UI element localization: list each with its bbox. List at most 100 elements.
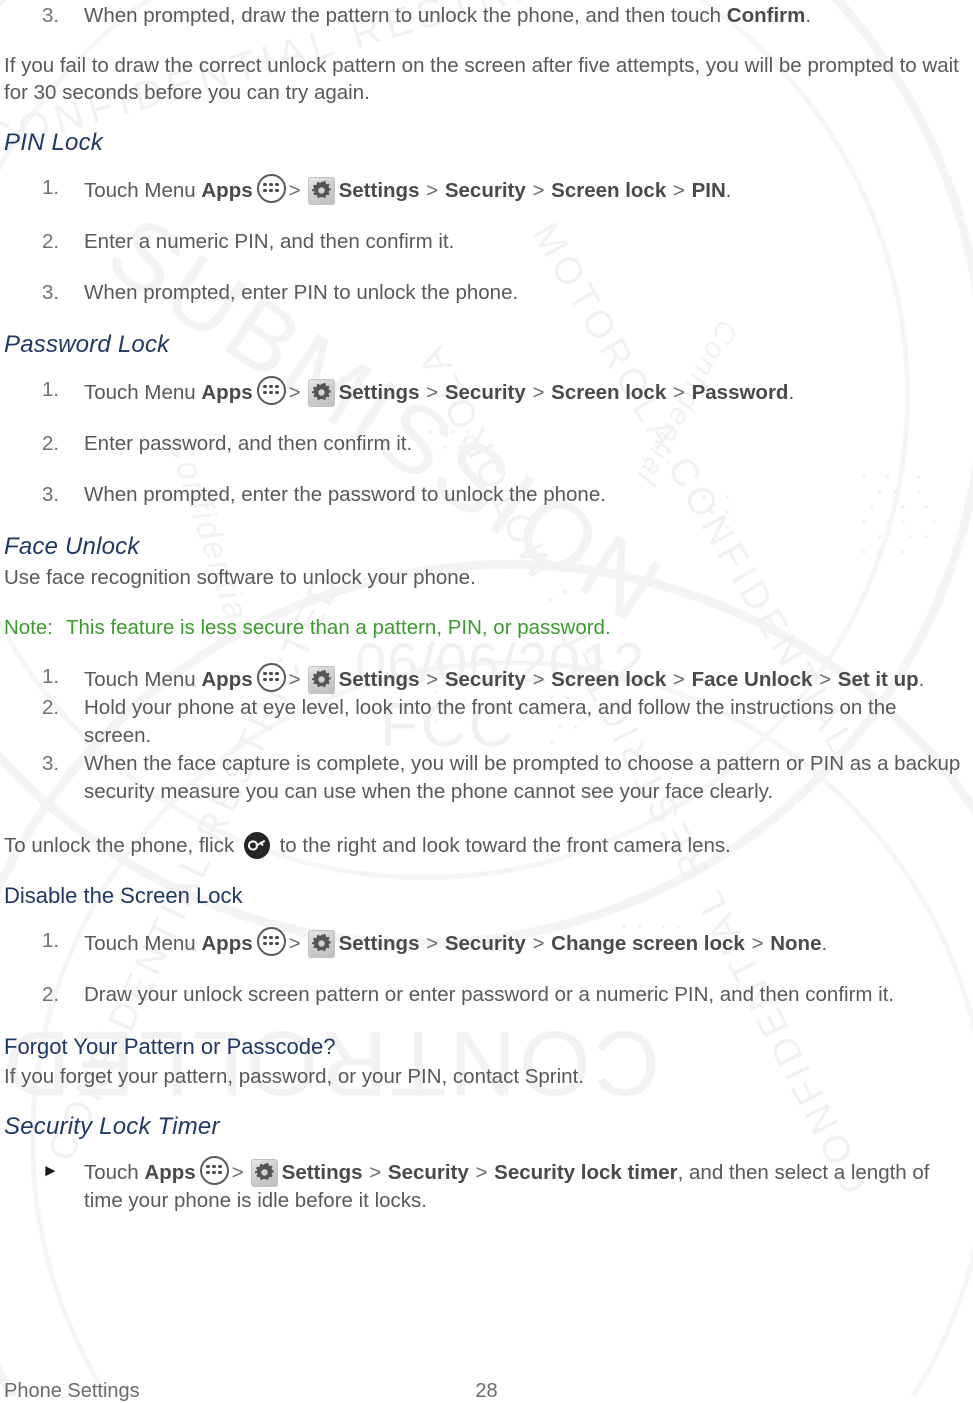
step-number: 1. xyxy=(42,378,60,401)
heading-forgot-pattern: Forgot Your Pattern or Passcode? xyxy=(4,1034,336,1059)
footer-page-number: 28 xyxy=(475,1380,498,1402)
breadcrumb-separator: > xyxy=(526,932,551,955)
apps-label[interactable]: Apps xyxy=(144,1161,195,1184)
apps-grid-icon[interactable] xyxy=(256,663,286,692)
breadcrumb-item-security-lock-timer[interactable]: Security lock timer xyxy=(494,1161,677,1184)
breadcrumb-item-screen-lock[interactable]: Screen lock xyxy=(551,668,666,691)
step-number: 2. xyxy=(42,696,60,719)
breadcrumb-separator: > xyxy=(420,179,444,202)
face-unlock-intro: Use face recognition software to unlock … xyxy=(4,566,476,589)
breadcrumb-separator: > xyxy=(288,381,301,404)
breadcrumb-separator: > xyxy=(667,179,691,202)
step-text-lead: Touch Menu xyxy=(84,381,202,404)
breadcrumb-separator: > xyxy=(526,381,551,404)
breadcrumb-item-security[interactable]: Security xyxy=(445,381,526,404)
breadcrumb-separator: > xyxy=(526,179,551,202)
key-unlock-icon[interactable] xyxy=(243,832,270,859)
settings-label[interactable]: Settings xyxy=(339,668,420,691)
breadcrumb-separator: > xyxy=(745,932,770,955)
apps-grid-icon[interactable] xyxy=(256,174,286,203)
step-number: 2. xyxy=(42,230,60,253)
step-text: Draw your unlock screen pattern or enter… xyxy=(84,983,895,1006)
breadcrumb-separator: > xyxy=(420,668,444,691)
step-text-lead: Touch xyxy=(84,1161,145,1184)
heading-face-unlock: Face Unlock xyxy=(4,533,140,560)
breadcrumb-item-set-it-up[interactable]: Set it up xyxy=(838,668,919,691)
breadcrumb-separator: > xyxy=(813,668,837,691)
step-number: 2. xyxy=(42,983,60,1006)
step-text-bold: Confirm xyxy=(726,4,806,27)
step-number: 1. xyxy=(42,665,60,688)
breadcrumb-item-password[interactable]: Password xyxy=(692,381,789,404)
step-text-tail: . xyxy=(805,4,812,27)
triangle-bullet-icon: ► xyxy=(42,1161,59,1180)
breadcrumb-item-security[interactable]: Security xyxy=(445,179,526,202)
step-text: Enter password, and then confirm it. xyxy=(84,432,413,455)
apps-grid-icon[interactable] xyxy=(199,1156,229,1185)
step-text-tail: . xyxy=(821,932,828,955)
breadcrumb-item-security[interactable]: Security xyxy=(445,932,526,955)
breadcrumb-separator: > xyxy=(469,1161,494,1184)
breadcrumb-separator: > xyxy=(526,668,551,691)
breadcrumb-item-face-unlock[interactable]: Face Unlock xyxy=(692,668,813,691)
breadcrumb-item-security[interactable]: Security xyxy=(388,1161,469,1184)
step-number: 2. xyxy=(42,432,60,455)
apps-label[interactable]: Apps xyxy=(201,381,252,404)
list-item: 1. Touch Menu Apps > Settings > Security >… xyxy=(4,927,969,958)
apps-label[interactable]: Apps xyxy=(201,932,252,955)
settings-label[interactable]: Settings xyxy=(282,1161,363,1184)
step-text-tail: . xyxy=(725,179,732,202)
step-text: When prompted, enter the password to unl… xyxy=(84,483,606,506)
breadcrumb-separator: > xyxy=(231,1161,244,1184)
gear-icon[interactable] xyxy=(307,177,335,205)
breadcrumb-separator: > xyxy=(667,381,691,404)
breadcrumb-item-none[interactable]: None xyxy=(770,932,821,955)
breadcrumb-separator: > xyxy=(288,668,301,691)
step-number: 1. xyxy=(42,929,60,952)
breadcrumb-item-change-screen-lock[interactable]: Change screen lock xyxy=(551,932,745,955)
list-item: 2. Draw your unlock screen pattern or en… xyxy=(4,981,969,1009)
settings-label[interactable]: Settings xyxy=(339,179,420,202)
breadcrumb-item-screen-lock[interactable]: Screen lock xyxy=(551,381,666,404)
breadcrumb-separator: > xyxy=(667,668,691,691)
step-text: When prompted, draw the pattern to unloc… xyxy=(84,4,811,27)
step-text-tail: . xyxy=(918,668,925,691)
breadcrumb-item-pin[interactable]: PIN xyxy=(692,179,726,202)
note-label: Note: xyxy=(4,616,53,639)
apps-grid-icon[interactable] xyxy=(256,927,286,956)
breadcrumb-separator: > xyxy=(420,381,444,404)
password-lock-steps: 1. Touch Menu Apps > Settings > Security >… xyxy=(4,376,969,509)
settings-label[interactable]: Settings xyxy=(339,932,420,955)
gear-icon[interactable] xyxy=(307,930,335,958)
step-text: Hold your phone at eye level, look into … xyxy=(84,696,897,747)
gear-icon[interactable] xyxy=(307,379,335,407)
apps-label[interactable]: Apps xyxy=(201,668,252,691)
step-number: 3. xyxy=(42,4,60,27)
list-item: 3. When prompted, draw the pattern to un… xyxy=(4,2,969,30)
heading-security-lock-timer: Security Lock Timer xyxy=(4,1113,220,1140)
step-text-lead: Touch Menu xyxy=(84,668,202,691)
step-text-lead: Touch Menu xyxy=(84,932,202,955)
breadcrumb-separator: > xyxy=(420,932,444,955)
apps-grid-icon[interactable] xyxy=(256,376,286,405)
breadcrumb-item-screen-lock[interactable]: Screen lock xyxy=(551,179,666,202)
face-unlock-note: Note: This feature is less secure than a… xyxy=(4,614,969,641)
face-unlock-hint: To unlock the phone, flick to the right … xyxy=(4,832,969,859)
note-text: This feature is less secure than a patte… xyxy=(66,616,611,639)
settings-label[interactable]: Settings xyxy=(339,381,420,404)
pattern-lock-warning: If you fail to draw the correct unlock p… xyxy=(4,54,959,104)
step-text-tail: . xyxy=(788,381,795,404)
list-item: ► Touch Apps > Settings > Security > Secur… xyxy=(4,1156,969,1215)
step-text-lead: Touch Menu xyxy=(84,179,202,202)
gear-icon[interactable] xyxy=(250,1159,278,1187)
breadcrumb-item-security[interactable]: Security xyxy=(445,668,526,691)
list-item: 1. Touch Menu Apps > Settings > Security >… xyxy=(4,663,969,694)
gear-icon[interactable] xyxy=(307,666,335,694)
list-item: 3. When prompted, enter PIN to unlock th… xyxy=(4,279,969,307)
breadcrumb-separator: > xyxy=(363,1161,387,1184)
face-unlock-hint-lead: To unlock the phone, flick xyxy=(4,834,240,857)
forgot-pattern-text: If you forget your pattern, password, or… xyxy=(4,1065,584,1088)
step-text: When prompted, enter PIN to unlock the p… xyxy=(84,281,519,304)
step-text: Enter a numeric PIN, and then confirm it… xyxy=(84,230,455,253)
apps-label[interactable]: Apps xyxy=(201,179,252,202)
